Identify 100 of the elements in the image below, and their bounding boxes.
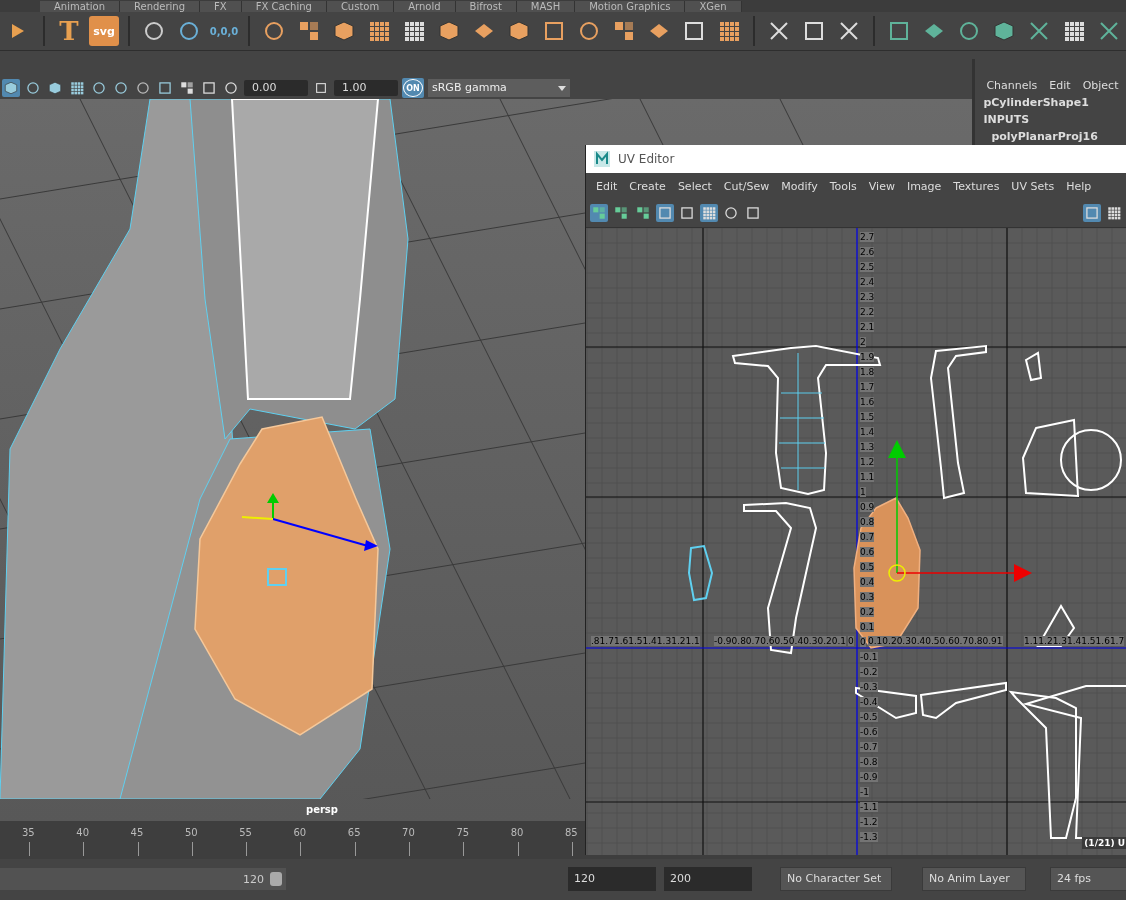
menu-item[interactable]: Select (671, 179, 718, 193)
selection-count: (1/21) U (1082, 837, 1126, 849)
axis-label: 1 (860, 487, 866, 497)
range-slider[interactable]: 120 (0, 868, 286, 890)
frame-number: 45 (130, 827, 144, 838)
axis-label: 1.6 (860, 397, 875, 407)
menu-item[interactable]: View (862, 179, 901, 193)
color-management-toggle[interactable]: ON (402, 78, 424, 98)
axis-label: -0.5 (860, 712, 878, 722)
input-node[interactable]: polyPlanarProj16 (975, 130, 1126, 143)
app-logo-icon (594, 151, 610, 167)
axis-label: 0.4 (860, 577, 875, 587)
axis-label: 2.5 (860, 262, 875, 272)
axis-label: 1.9 (860, 352, 875, 362)
frame-number: 80 (510, 827, 524, 838)
axis-label: -0.90.80.70.60.50.40.30.20.1 (714, 636, 847, 646)
axis-label: 1.8 (860, 367, 875, 377)
gamma-field[interactable]: 1.00 (334, 80, 398, 96)
reset-transform-icon[interactable]: 0,0,0 (209, 16, 239, 46)
axis-label: 2 (860, 337, 866, 347)
axis-label: 2.6 (860, 247, 875, 257)
frame-number: 65 (347, 827, 361, 838)
camera-label: persp (306, 804, 338, 815)
axis-label: 0.5 (860, 562, 875, 572)
axis-label: 0.9 (860, 502, 875, 512)
frame-number: 85 (564, 827, 578, 838)
squares-icon[interactable] (634, 204, 652, 222)
squares-icon[interactable] (612, 204, 630, 222)
axis-label: 0 (848, 636, 854, 646)
axis-label: 1.7 (860, 382, 875, 392)
cube-icon[interactable] (2, 79, 20, 97)
axis-label: -0.7 (860, 742, 878, 752)
menu-item[interactable]: UV Sets (1005, 179, 1061, 193)
axis-label: 0.10.20.30.40.50.60.70.80.91 (868, 636, 1003, 646)
section-heading: INPUTS (982, 113, 1031, 126)
menu-item[interactable]: Edit (1049, 79, 1071, 92)
squares-icon[interactable] (178, 79, 196, 97)
window-title: UV Editor (618, 152, 675, 166)
axis-label: 0.7 (860, 532, 875, 542)
menu-item[interactable]: Object (1082, 79, 1119, 92)
axis-label: 1.3 (860, 442, 875, 452)
caret-icon (558, 85, 566, 91)
axis-label: -1.2 (860, 817, 878, 827)
frame-number: 35 (22, 827, 35, 838)
axis-label: -0.2 (860, 667, 878, 677)
shelf-tab[interactable]: FX (200, 1, 242, 12)
axis-label: .81.71.61.51.41.31.21.1 (591, 636, 700, 646)
shelf-tab[interactable]: XGen (685, 1, 742, 12)
menu-item[interactable]: Modify (775, 179, 824, 193)
exposure-field[interactable]: 0.00 (244, 80, 308, 96)
anim-layer-dropdown[interactable]: No Anim Layer (922, 867, 1026, 891)
axis-label: -1.3 (860, 832, 878, 842)
frame-number: 50 (184, 827, 198, 838)
checker-icon[interactable] (68, 79, 86, 97)
cube-icon[interactable] (46, 79, 64, 97)
axis-label: 0.8 (860, 517, 875, 527)
text-tool-icon[interactable]: T (54, 16, 84, 46)
grid-icon[interactable] (700, 204, 718, 222)
axis-label: 1.11.21.31.41.51.61.7 (1024, 636, 1125, 646)
axis-label: 0.1 (860, 622, 875, 632)
character-set-dropdown[interactable]: No Character Set (780, 867, 892, 891)
sphere-icon[interactable] (112, 79, 130, 97)
frame-number: 70 (402, 827, 415, 838)
frame-number: 60 (293, 827, 307, 838)
menu-item[interactable]: Create (623, 179, 672, 193)
axis-label: -0.9 (860, 772, 878, 782)
node-name[interactable]: pCylinderShape1 (975, 96, 1126, 109)
sphere-icon[interactable] (24, 79, 42, 97)
menu-item[interactable]: Cut/Sew (717, 179, 776, 193)
menu-item[interactable]: Image (900, 179, 948, 193)
frame-number: 40 (76, 827, 90, 838)
move-manipulator-drawing[interactable] (888, 440, 1032, 582)
axis-label: 2.1 (860, 322, 875, 332)
axis-label: 2.4 (860, 277, 875, 287)
axis-label: -0.3 (860, 682, 878, 692)
start-frame-field[interactable]: 120 (568, 867, 656, 891)
axis-label: -0.1 (860, 652, 878, 662)
axis-label: 0.2 (860, 607, 875, 617)
menu-item[interactable]: Tools (823, 179, 863, 193)
end-frame-field[interactable]: 200 (664, 867, 752, 891)
menu-item[interactable]: Edit (590, 179, 624, 193)
axis-label: 1.4 (860, 427, 875, 437)
frame-number: 55 (239, 827, 252, 838)
axis-label: 0 (860, 637, 866, 647)
sphere-icon[interactable] (134, 79, 152, 97)
view-transform-dropdown[interactable]: sRGB gamma (428, 79, 570, 97)
axis-label: 1.2 (860, 457, 875, 467)
axis-label: 2.7 (860, 232, 875, 242)
checker-icon[interactable] (1105, 204, 1123, 222)
axis-label: 1.5 (860, 412, 875, 422)
fps-dropdown[interactable]: 24 fps (1050, 867, 1126, 891)
axis-label: 2.3 (860, 292, 875, 302)
axis-label: -0.8 (860, 757, 878, 767)
axis-label: 2.2 (860, 307, 875, 317)
menu-item[interactable]: Help (1060, 179, 1098, 193)
axis-label: -0.4 (860, 697, 878, 707)
menu-item[interactable]: Channels (986, 79, 1038, 92)
square-icon[interactable] (678, 204, 696, 222)
circle-icon[interactable] (722, 204, 740, 222)
axis-label: -1.1 (860, 802, 878, 812)
